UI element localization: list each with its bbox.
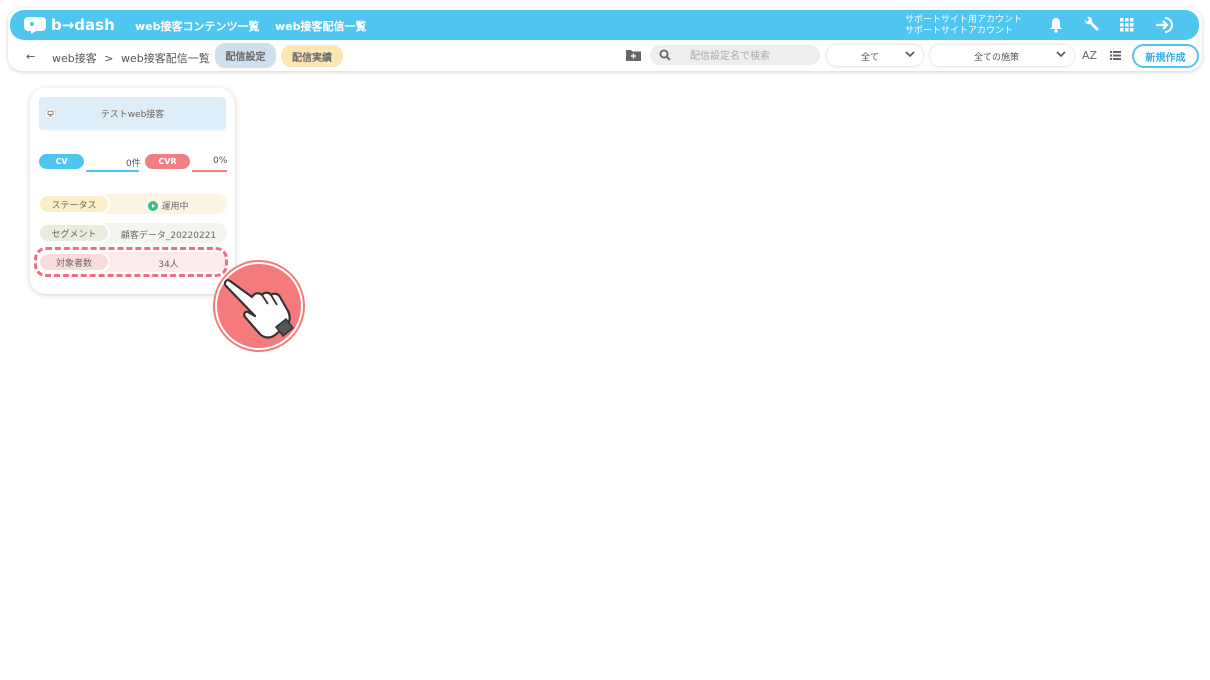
wrench-icon[interactable] [1082,16,1100,34]
card-title: テストweb接客 [100,110,165,120]
card-title-bar: テストweb接客 [39,97,226,131]
play-circle-icon [148,201,159,211]
bell-icon[interactable] [1047,16,1065,34]
app-header: b→dash web接客コンテンツ一覧 web接客配信一覧 サポートサイト用アカ… [8,8,1202,71]
breadcrumb-current: web接客配信一覧 [120,52,210,65]
nav-contents-list[interactable]: web接客コンテンツ一覧 [135,18,260,34]
grid-icon[interactable] [1118,16,1136,34]
status-label-wrap: ステータス [38,194,110,214]
list-view-icon[interactable] [1108,48,1122,62]
breadcrumb-root[interactable]: web接客 [52,52,97,65]
measure-filter-value: 全ての施策 [974,53,1020,63]
status-value-wrap: 運用中 [110,199,227,212]
measure-filter-select[interactable]: 全ての施策 [930,45,1074,66]
tab-delivery-results[interactable]: 配信実績 [281,45,343,67]
highlight-dashed-frame [34,247,228,277]
cvr-value: 0% [213,156,228,166]
segment-row: セグメント 顧客データ_20220221 [38,223,227,243]
status-filter-value: 全て [861,53,880,63]
chevron-down-icon [1056,51,1066,58]
segment-label: セグメント [40,225,108,241]
cv-badge: CV [39,154,84,169]
logout-icon[interactable] [1154,16,1176,34]
support-account[interactable]: サポートサイト用アカウント サポートサイトアカウント [905,15,1022,37]
top-bar: b→dash web接客コンテンツ一覧 web接客配信一覧 サポートサイト用アカ… [10,10,1199,40]
search-box [650,45,820,65]
logo-text: b→dash [51,16,115,34]
segment-label-wrap: セグメント [38,223,110,243]
status-label: ステータス [40,196,108,212]
tab-delivery-settings[interactable]: 配信設定 [215,43,276,68]
search-icon [659,49,671,61]
logo[interactable]: b→dash [24,15,115,35]
breadcrumb-separator: > [104,52,114,65]
status-filter-select[interactable]: 全て [827,45,923,66]
pointing-hand-icon [213,260,305,352]
new-create-button[interactable]: 新規作成 [1132,44,1199,68]
cv-value: 0件 [126,159,141,169]
chevron-down-icon [905,51,915,58]
breadcrumb: web接客 > web接客配信一覧 [52,50,210,66]
status-row: ステータス 運用中 [38,194,227,214]
cvr-badge: CVR [145,154,190,169]
nav-delivery-list[interactable]: web接客配信一覧 [275,18,367,34]
add-folder-icon[interactable] [625,48,641,62]
cvr-underline [192,170,227,172]
status-value: 運用中 [161,202,189,212]
cv-underline [86,170,139,172]
support-line-1: サポートサイト用アカウント [905,15,1023,25]
logo-icon [24,17,46,34]
segment-value: 顧客データ_20220221 [120,231,217,241]
search-input[interactable] [688,47,817,65]
support-line-2: サポートサイトアカウント [905,26,1014,36]
back-arrow-icon[interactable]: ← [26,50,35,63]
sort-az-icon[interactable]: AZ [1082,49,1097,62]
